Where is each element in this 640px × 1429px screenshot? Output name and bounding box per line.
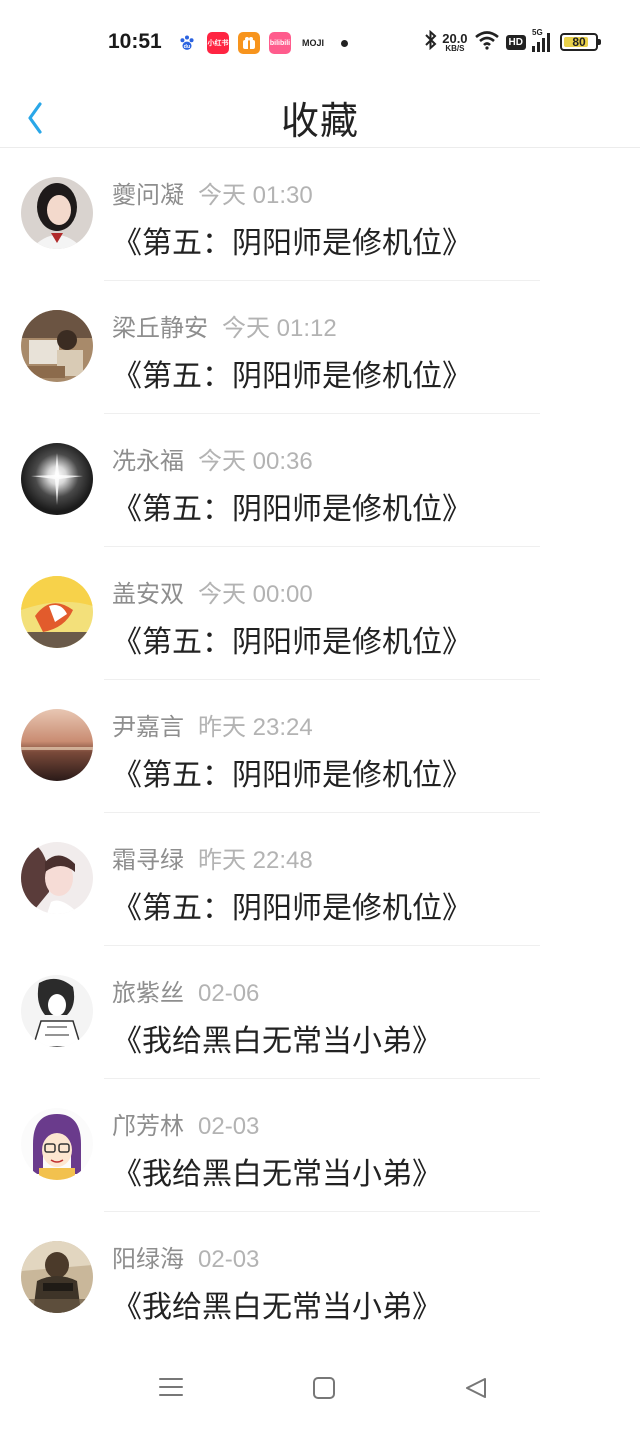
favorite-meta: 盖安双 今天 00:00 bbox=[112, 574, 313, 609]
favorite-username: 阳绿海 bbox=[112, 1245, 184, 1273]
favorite-username: 冼永福 bbox=[112, 447, 184, 475]
favorite-username: 邝芳林 bbox=[112, 1112, 184, 1140]
avatar[interactable] bbox=[21, 842, 93, 914]
avatar[interactable] bbox=[21, 576, 93, 648]
system-icons: 20.0 KB/S HD 5G 80 bbox=[424, 28, 601, 55]
back-triangle-icon bbox=[466, 1378, 486, 1398]
favorite-item[interactable]: 霜寻绿 昨天 22:48 《第五：阴阳师是修机位》 bbox=[0, 813, 640, 946]
favorite-time: 今天 00:00 bbox=[198, 581, 313, 608]
favorite-title: 《我给黑白无常当小弟》 bbox=[112, 1024, 442, 1059]
moji-icon: MOJI bbox=[301, 38, 324, 48]
favorite-title: 《第五：阴阳师是修机位》 bbox=[112, 492, 472, 527]
favorite-item[interactable]: 冼永福 今天 00:36 《第五：阴阳师是修机位》 bbox=[0, 414, 640, 547]
favorite-item[interactable]: 盖安双 今天 00:00 《第五：阴阳师是修机位》 bbox=[0, 547, 640, 680]
nav-header: 收藏 bbox=[0, 86, 640, 148]
menu-button[interactable] bbox=[158, 1376, 184, 1402]
home-button[interactable] bbox=[312, 1376, 336, 1404]
favorite-time: 02-03 bbox=[198, 1113, 260, 1140]
favorite-title: 《我给黑白无常当小弟》 bbox=[112, 1157, 442, 1192]
svg-text:du: du bbox=[184, 44, 191, 50]
favorite-item[interactable]: 邝芳林 02-03 《我给黑白无常当小弟》 bbox=[0, 1079, 640, 1212]
favorite-meta: 旅紫丝 02-06 bbox=[112, 973, 259, 1008]
screen: 10:51 du 小红书 bilibili MOJI 20.0 KB/S HD … bbox=[0, 0, 640, 1429]
network-speed-unit: KB/S bbox=[445, 43, 465, 53]
bluetooth-icon bbox=[424, 29, 438, 55]
signal-bar bbox=[537, 42, 540, 52]
favorite-item[interactable]: 夔问凝 今天 01:30 《第五：阴阳师是修机位》 bbox=[0, 148, 640, 281]
network-speed: 20.0 KB/S bbox=[442, 32, 467, 53]
favorite-time: 今天 00:36 bbox=[198, 448, 313, 475]
favorite-time: 02-06 bbox=[198, 980, 260, 1007]
bilibili-icon: bilibili bbox=[269, 32, 291, 54]
favorite-item[interactable]: 阳绿海 02-03 《我给黑白无常当小弟》 bbox=[0, 1212, 640, 1345]
signal-bar bbox=[532, 46, 535, 52]
favorite-item[interactable]: 尹嘉言 昨天 23:24 《第五：阴阳师是修机位》 bbox=[0, 680, 640, 813]
battery-percent: 80 bbox=[572, 35, 586, 49]
xiaohongshu-icon: 小红书 bbox=[207, 32, 229, 54]
status-time: 10:51 bbox=[108, 30, 162, 53]
network-speed-value: 20.0 bbox=[442, 30, 468, 46]
avatar[interactable] bbox=[21, 1108, 93, 1180]
signal-bar bbox=[547, 33, 550, 52]
favorite-username: 盖安双 bbox=[112, 580, 184, 608]
signal-bar bbox=[542, 38, 545, 52]
system-navigation-bar bbox=[0, 1342, 640, 1429]
favorite-username: 霜寻绿 bbox=[112, 846, 184, 874]
favorite-meta: 霜寻绿 昨天 22:48 bbox=[112, 840, 313, 875]
favorite-title: 《第五：阴阳师是修机位》 bbox=[112, 359, 472, 394]
favorite-time: 02-03 bbox=[198, 1246, 260, 1273]
favorites-list: 夔问凝 今天 01:30 《第五：阴阳师是修机位》 梁丘静安 今天 01:12 《第… bbox=[0, 148, 640, 1345]
favorite-username: 夔问凝 bbox=[112, 181, 184, 209]
favorite-title: 《第五：阴阳师是修机位》 bbox=[112, 625, 472, 660]
favorite-time: 今天 01:30 bbox=[198, 182, 313, 209]
nav-back-button[interactable] bbox=[464, 1376, 488, 1404]
avatar[interactable] bbox=[21, 975, 93, 1047]
more-notifications-dot bbox=[341, 39, 348, 47]
favorite-meta: 夔问凝 今天 01:30 bbox=[112, 175, 313, 210]
favorite-time: 昨天 22:48 bbox=[198, 847, 313, 874]
favorite-username: 梁丘静安 bbox=[112, 314, 208, 342]
favorite-username: 旅紫丝 bbox=[112, 979, 184, 1007]
gift-app-icon bbox=[238, 32, 260, 54]
favorite-title: 《我给黑白无常当小弟》 bbox=[112, 1290, 442, 1325]
favorite-meta: 邝芳林 02-03 bbox=[112, 1106, 259, 1141]
hd-badge: HD bbox=[505, 34, 526, 50]
baidu-icon: du bbox=[176, 32, 198, 54]
favorite-title: 《第五：阴阳师是修机位》 bbox=[112, 226, 472, 261]
favorite-meta: 冼永福 今天 00:36 bbox=[112, 441, 313, 476]
notification-icons: du 小红书 bilibili MOJI bbox=[176, 32, 348, 54]
favorite-item[interactable]: 梁丘静安 今天 01:12 《第五：阴阳师是修机位》 bbox=[0, 281, 640, 414]
avatar[interactable] bbox=[21, 310, 93, 382]
wifi-icon bbox=[474, 30, 500, 54]
status-bar: 10:51 du 小红书 bilibili MOJI 20.0 KB/S HD … bbox=[0, 0, 640, 86]
favorite-item[interactable]: 旅紫丝 02-06 《我给黑白无常当小弟》 bbox=[0, 946, 640, 1079]
avatar[interactable] bbox=[21, 709, 93, 781]
network-type-label: 5G bbox=[532, 28, 543, 37]
favorite-title: 《第五：阴阳师是修机位》 bbox=[112, 891, 472, 926]
page-title: 收藏 bbox=[280, 99, 359, 143]
favorite-title: 《第五：阴阳师是修机位》 bbox=[112, 758, 472, 793]
favorite-username: 尹嘉言 bbox=[112, 713, 184, 741]
cell-signal-icon: 5G bbox=[532, 28, 550, 52]
favorite-time: 昨天 23:24 bbox=[198, 714, 313, 741]
battery-icon: 80 bbox=[560, 33, 601, 51]
favorite-meta: 阳绿海 02-03 bbox=[112, 1239, 259, 1274]
menu-icon bbox=[159, 1378, 183, 1396]
home-square-icon bbox=[313, 1377, 335, 1399]
avatar[interactable] bbox=[21, 177, 93, 249]
avatar[interactable] bbox=[21, 1241, 93, 1313]
favorite-time: 今天 01:12 bbox=[222, 315, 337, 342]
favorite-meta: 梁丘静安 今天 01:12 bbox=[112, 308, 337, 343]
avatar[interactable] bbox=[21, 443, 93, 515]
battery-tip bbox=[598, 39, 601, 45]
favorite-meta: 尹嘉言 昨天 23:24 bbox=[112, 707, 313, 742]
